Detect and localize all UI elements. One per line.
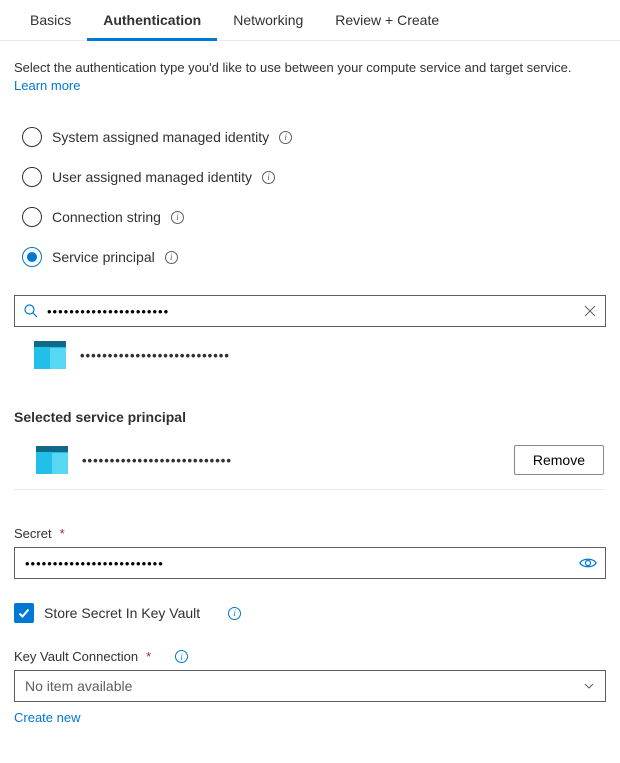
info-icon[interactable]: i — [279, 131, 292, 144]
radio-label: Connection string — [52, 209, 161, 225]
remove-button[interactable]: Remove — [514, 445, 604, 475]
auth-type-radio-group: System assigned managed identity i User … — [22, 117, 606, 277]
app-icon — [36, 446, 68, 474]
store-key-vault-row: Store Secret In Key Vault i — [14, 603, 606, 623]
secret-label: Secret * — [14, 526, 606, 541]
info-icon[interactable]: i — [165, 251, 178, 264]
service-principal-search[interactable] — [14, 295, 606, 327]
info-icon[interactable]: i — [175, 650, 188, 663]
required-asterisk: * — [146, 649, 151, 664]
select-placeholder: No item available — [25, 678, 132, 694]
chevron-down-icon — [583, 680, 595, 692]
intro-text: Select the authentication type you'd lik… — [14, 59, 606, 95]
radio-user-assigned[interactable]: User assigned managed identity i — [22, 157, 606, 197]
key-vault-connection-select[interactable]: No item available — [14, 670, 606, 702]
key-vault-connection-label-text: Key Vault Connection — [14, 649, 138, 664]
required-asterisk: * — [60, 526, 65, 541]
intro-text-content: Select the authentication type you'd lik… — [14, 60, 571, 75]
clear-icon[interactable] — [583, 304, 597, 318]
tab-networking[interactable]: Networking — [217, 0, 319, 41]
radio-circle-icon — [22, 167, 42, 187]
tab-basics[interactable]: Basics — [14, 0, 87, 41]
radio-label: System assigned managed identity — [52, 129, 269, 145]
info-icon[interactable]: i — [228, 607, 241, 620]
search-input[interactable] — [39, 304, 583, 319]
radio-connection-string[interactable]: Connection string i — [22, 197, 606, 237]
eye-icon[interactable] — [579, 556, 597, 570]
selected-principal-row: ••••••••••••••••••••••••••• Remove — [14, 435, 606, 490]
result-name: ••••••••••••••••••••••••••• — [80, 348, 230, 363]
selected-principal-name: ••••••••••••••••••••••••••• — [82, 453, 232, 468]
learn-more-link[interactable]: Learn more — [14, 78, 80, 93]
radio-circle-icon — [22, 247, 42, 267]
info-icon[interactable]: i — [171, 211, 184, 224]
store-key-vault-checkbox[interactable] — [14, 603, 34, 623]
app-icon — [34, 341, 66, 369]
radio-system-assigned[interactable]: System assigned managed identity i — [22, 117, 606, 157]
radio-circle-icon — [22, 207, 42, 227]
tab-review-create[interactable]: Review + Create — [319, 0, 455, 41]
tabs-bar: Basics Authentication Networking Review … — [0, 0, 620, 41]
radio-service-principal[interactable]: Service principal i — [22, 237, 606, 277]
radio-label: Service principal — [52, 249, 155, 265]
store-key-vault-label: Store Secret In Key Vault — [44, 605, 200, 621]
search-icon — [23, 303, 39, 319]
tab-authentication[interactable]: Authentication — [87, 0, 217, 41]
radio-circle-icon — [22, 127, 42, 147]
radio-label: User assigned managed identity — [52, 169, 252, 185]
info-icon[interactable]: i — [262, 171, 275, 184]
secret-input[interactable] — [25, 556, 579, 571]
key-vault-connection-label: Key Vault Connection * i — [14, 649, 606, 664]
secret-field[interactable] — [14, 547, 606, 579]
secret-label-text: Secret — [14, 526, 52, 541]
search-result-item[interactable]: ••••••••••••••••••••••••••• — [14, 327, 606, 383]
selected-principal-heading: Selected service principal — [14, 409, 606, 425]
create-new-link[interactable]: Create new — [14, 710, 80, 725]
